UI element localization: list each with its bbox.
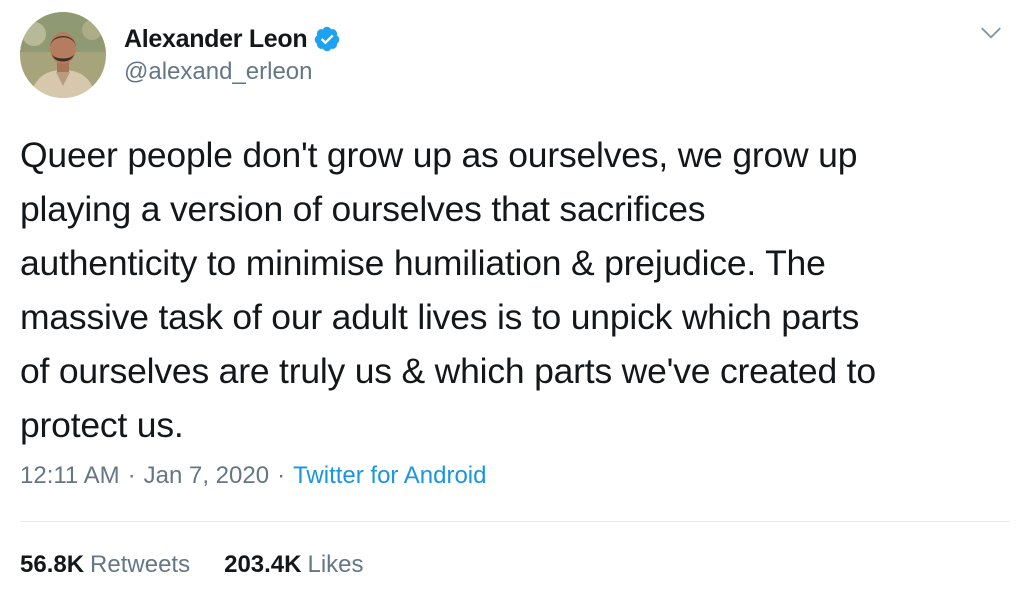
likes-label: Likes xyxy=(307,551,364,578)
tweet-metadata: 12:11 AM · Jan 7, 2020 · Twitter for And… xyxy=(20,462,486,490)
likes-stat[interactable]: 203.4K Likes xyxy=(224,551,363,579)
tweet-source-link[interactable]: Twitter for Android xyxy=(293,462,486,490)
avatar-image xyxy=(20,12,106,98)
tweet-text: Queer people don't grow up as ourselves,… xyxy=(20,128,1010,452)
tweet-time[interactable]: 12:11 AM xyxy=(20,462,120,490)
tweet-text-line: Queer people don't grow up as ourselves,… xyxy=(20,135,858,175)
retweets-count: 56.8K xyxy=(20,551,85,578)
retweets-label: Retweets xyxy=(90,551,191,578)
retweets-stat[interactable]: 56.8K Retweets xyxy=(20,551,190,579)
display-name[interactable]: Alexander Leon xyxy=(124,25,308,54)
tweet-text-line: authenticity to minimise humiliation & p… xyxy=(20,243,826,283)
verified-badge-icon xyxy=(313,25,341,53)
meta-separator: · xyxy=(277,462,286,489)
user-handle[interactable]: @alexand_erleon xyxy=(124,58,313,86)
tweet-card: Alexander Leon @alexand_erleon Queer peo… xyxy=(0,0,1024,604)
tweet-text-line: playing a version of ourselves that sacr… xyxy=(20,189,706,229)
likes-count: 203.4K xyxy=(224,551,302,578)
tweet-text-line: massive task of our adult lives is to un… xyxy=(20,297,860,337)
tweet-stats: 56.8K Retweets 203.4K Likes xyxy=(20,551,364,579)
meta-separator: · xyxy=(127,462,136,489)
tweet-date[interactable]: Jan 7, 2020 xyxy=(144,462,269,490)
name-row: Alexander Leon xyxy=(124,22,341,56)
tweet-text-line: protect us. xyxy=(20,405,184,445)
avatar[interactable] xyxy=(20,12,106,98)
chevron-down-icon[interactable] xyxy=(978,20,1004,46)
tweet-text-line: of ourselves are truly us & which parts … xyxy=(20,351,876,391)
divider xyxy=(20,521,1010,522)
